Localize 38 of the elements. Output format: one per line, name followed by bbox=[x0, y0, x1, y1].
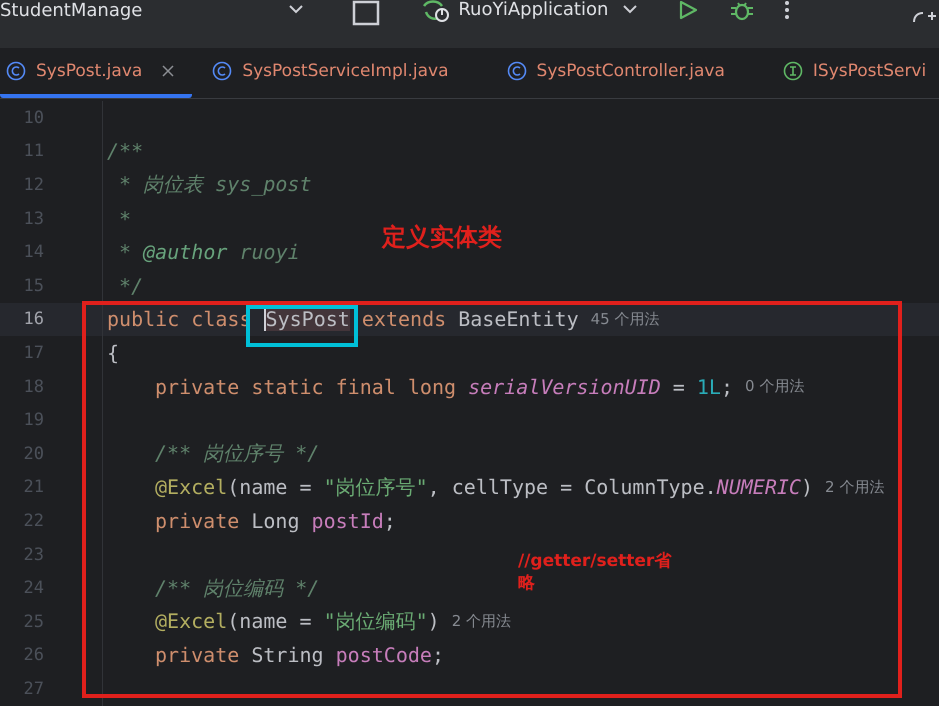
chevron-down-icon[interactable] bbox=[622, 4, 638, 14]
code-line: private Long postId; bbox=[155, 508, 396, 533]
editor-tab[interactable]: ISysPostServi bbox=[776, 48, 939, 98]
editor-tab[interactable]: SysPostServiceImpl.java bbox=[206, 48, 487, 98]
code-line: */ bbox=[118, 274, 144, 298]
chevron-down-icon[interactable] bbox=[288, 4, 304, 14]
code-line: @Excel(name = "岗位序号", cellType = ColumnType.NUMERIC) bbox=[155, 474, 813, 501]
code-line: /** 岗位编码 */ bbox=[155, 574, 320, 602]
usage-hint[interactable]: 45 个用法 bbox=[590, 310, 660, 329]
run-icon[interactable] bbox=[678, 0, 698, 20]
annotation-note: //getter/setter省略 bbox=[518, 550, 673, 594]
usage-hint[interactable]: 2 个用法 bbox=[452, 612, 512, 632]
code-line: /** bbox=[107, 139, 144, 164]
more-icon[interactable] bbox=[784, 0, 790, 20]
code-line: * @author ruoyi bbox=[118, 240, 300, 264]
usage-hint[interactable]: 0 个用法 bbox=[745, 377, 804, 396]
debug-icon[interactable] bbox=[730, 0, 754, 22]
editor-tab[interactable]: SysPost.java bbox=[0, 48, 192, 98]
run-config-icon[interactable] bbox=[422, 0, 450, 22]
editor-tab[interactable]: SysPostController.java bbox=[500, 48, 763, 98]
code-line: * bbox=[118, 206, 132, 231]
code-line: { bbox=[107, 340, 120, 365]
code-line: /** 岗位序号 */ bbox=[155, 440, 320, 468]
run-configuration[interactable]: RuoYiApplication bbox=[458, 0, 608, 20]
class-file-icon bbox=[212, 61, 232, 81]
square-icon[interactable] bbox=[352, 0, 380, 26]
code-line: private String postCode; bbox=[155, 643, 444, 668]
line-number: 16 bbox=[22, 309, 44, 330]
code-line: private static final long serialVersionUID = 1L; bbox=[155, 374, 733, 399]
close-icon[interactable] bbox=[162, 65, 174, 77]
code-line: @Excel(name = "岗位编码") bbox=[155, 608, 440, 636]
code-line: * 岗位表 sys_post bbox=[118, 171, 312, 198]
project-name[interactable]: StudentManage bbox=[0, 0, 142, 22]
usage-hint[interactable]: 2 个用法 bbox=[825, 478, 884, 497]
annotation-title: 定义实体类 bbox=[382, 222, 502, 253]
interface-file-icon bbox=[782, 61, 803, 81]
class-file-icon bbox=[6, 61, 26, 81]
class-file-icon bbox=[506, 61, 527, 81]
